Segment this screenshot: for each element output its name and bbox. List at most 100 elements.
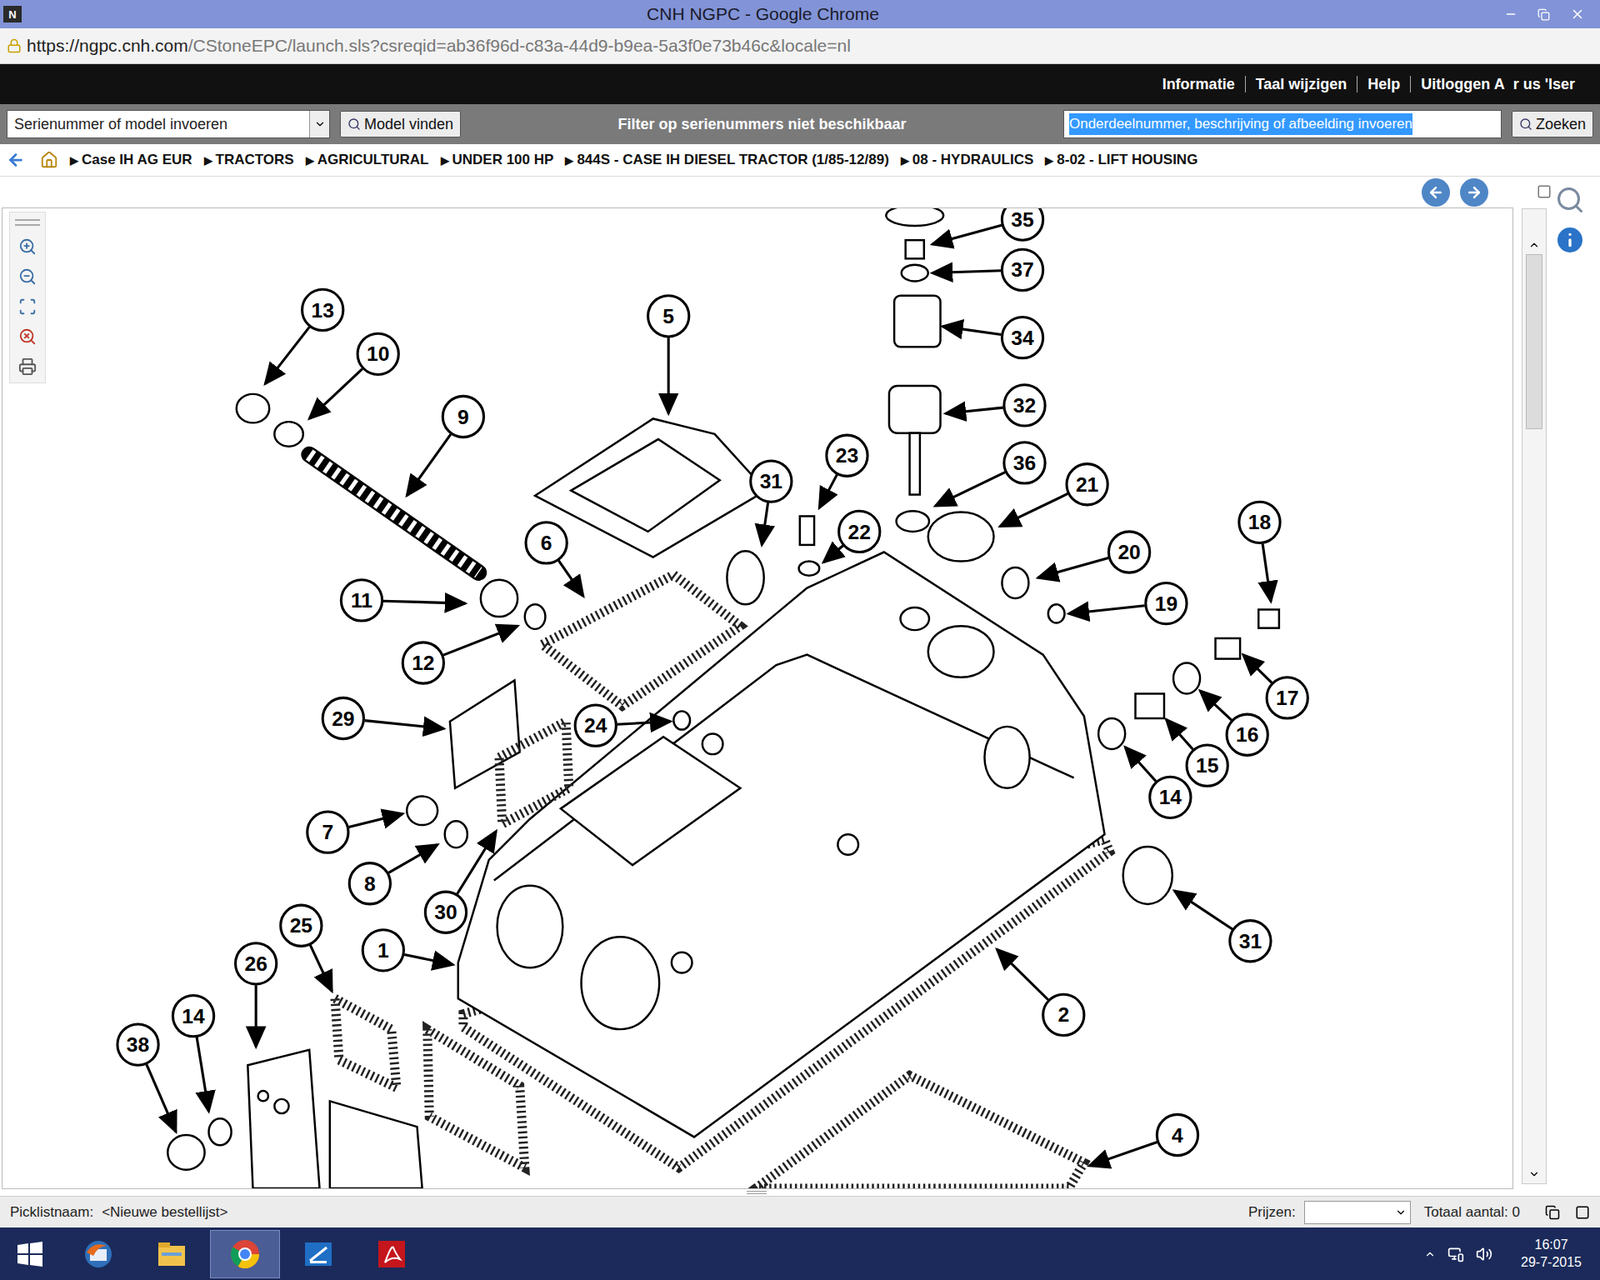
info-icon[interactable]: [1553, 223, 1587, 257]
scroll-thumb[interactable]: [1525, 254, 1543, 430]
callout[interactable]: 2: [996, 949, 1085, 1035]
breadcrumb-item[interactable]: ▶8-02 - LIFT HOUSING: [1045, 149, 1198, 171]
svg-text:29: 29: [331, 707, 355, 730]
callout[interactable]: 14: [172, 995, 214, 1111]
prices-select[interactable]: [1304, 1200, 1411, 1225]
address-bar[interactable]: https://ngpc.cnh.com/CStoneEPC/launch.sl…: [0, 28, 1600, 65]
taskbar-button[interactable]: [356, 1230, 427, 1279]
toolbar: Serienummer of model invoeren Model vinde…: [0, 104, 1600, 145]
search-button[interactable]: Zoeken: [1511, 110, 1594, 138]
model-find-button[interactable]: Model vinden: [340, 110, 461, 138]
callout[interactable]: 23: [819, 435, 868, 508]
callout[interactable]: 29: [322, 697, 444, 739]
tray-expand-icon[interactable]: [1424, 1248, 1436, 1260]
taskbar-button[interactable]: [283, 1230, 354, 1279]
breadcrumb-item[interactable]: ▶08 - HYDRAULICS: [900, 149, 1034, 171]
detach-icon[interactable]: [1545, 1205, 1560, 1220]
scroll-up-icon[interactable]: [1528, 239, 1540, 251]
breadcrumb-item[interactable]: ▶844S - CASE IH DIESEL TRACTOR (1/85-12/…: [565, 149, 889, 171]
callout[interactable]: 4: [1089, 1114, 1199, 1166]
splitter[interactable]: [0, 1189, 1514, 1196]
svg-text:31: 31: [760, 470, 783, 493]
svg-text:36: 36: [1013, 451, 1036, 475]
callout[interactable]: 22: [823, 510, 880, 563]
svg-text:14: 14: [1159, 785, 1183, 809]
breadcrumb-item[interactable]: ▶TRACTORS: [204, 149, 295, 171]
total-count: Totaal aantal: 0: [1424, 1201, 1520, 1224]
taskbar-button[interactable]: [0, 1230, 60, 1279]
maximize-icon[interactable]: [1575, 1205, 1590, 1220]
nav-item[interactable]: Help: [1367, 73, 1400, 96]
callout[interactable]: 12: [402, 625, 518, 684]
callout[interactable]: 26: [235, 943, 277, 1047]
callout[interactable]: 31: [750, 460, 792, 545]
callout[interactable]: 35: [932, 208, 1044, 245]
callout[interactable]: 34: [942, 317, 1044, 359]
picklist-label: Picklistnaam:: [10, 1201, 94, 1224]
reset-zoom-icon[interactable]: [18, 327, 37, 346]
svg-text:11: 11: [350, 589, 373, 612]
taskbar-button[interactable]: [63, 1230, 134, 1279]
callout[interactable]: 10: [309, 333, 399, 419]
callout[interactable]: 14: [1125, 746, 1191, 818]
panel-toggle-icon[interactable]: [1536, 184, 1552, 200]
callout[interactable]: 37: [932, 249, 1044, 290]
back-icon[interactable]: [6, 150, 25, 170]
callout[interactable]: 11: [340, 580, 465, 621]
taskbar-button[interactable]: [136, 1230, 207, 1279]
zoom-in-icon[interactable]: [18, 237, 37, 256]
breadcrumb-item[interactable]: ▶Case IH AG EUR: [70, 149, 193, 171]
callout[interactable]: 24: [575, 705, 671, 746]
content: 1310953123223537343236212018196111217162…: [0, 176, 1600, 1196]
prev-button[interactable]: [1421, 178, 1450, 207]
callout[interactable]: 32: [945, 385, 1045, 426]
minimize-icon[interactable]: [1504, 7, 1518, 21]
close-icon[interactable]: [1570, 6, 1585, 22]
handle-icon[interactable]: [15, 219, 40, 226]
callout[interactable]: 6: [525, 522, 584, 597]
zoom-out-icon[interactable]: [18, 267, 37, 286]
callout[interactable]: 30: [425, 830, 496, 933]
callout[interactable]: 1: [362, 930, 453, 971]
search-field[interactable]: Onderdeelnummer, beschrijving of afbeeld…: [1063, 110, 1502, 139]
callout[interactable]: 20: [1037, 531, 1150, 578]
restore-icon[interactable]: [1537, 8, 1550, 21]
scroll-down-icon[interactable]: [1528, 1168, 1540, 1180]
url: https://ngpc.cnh.com/CStoneEPC/launch.sl…: [26, 32, 851, 60]
exploded-diagram[interactable]: 1310953123223537343236212018196111217162…: [2, 208, 1513, 1189]
nav-item[interactable]: Informatie: [1162, 73, 1235, 96]
network-icon[interactable]: [1447, 1245, 1465, 1263]
callout[interactable]: 15: [1165, 719, 1228, 786]
main-column: 1310953123223537343236212018196111217162…: [0, 176, 1514, 1196]
model-select[interactable]: Serienummer of model invoeren: [6, 110, 330, 139]
callout[interactable]: 9: [406, 395, 484, 495]
callout[interactable]: 25: [280, 905, 333, 991]
mail-client-icon: [81, 1237, 115, 1271]
scrollbar[interactable]: [1521, 208, 1547, 1185]
callout[interactable]: 5: [648, 295, 690, 415]
clock[interactable]: 16:0729-7-2015: [1520, 1236, 1582, 1272]
callout[interactable]: 7: [307, 811, 404, 853]
print-icon[interactable]: [18, 357, 37, 376]
next-button[interactable]: [1460, 178, 1489, 207]
callout[interactable]: 36: [935, 442, 1045, 506]
callout[interactable]: 19: [1068, 582, 1187, 624]
breadcrumb-item[interactable]: ▶UNDER 100 HP: [440, 149, 555, 171]
fit-icon[interactable]: [18, 297, 37, 316]
nav-item[interactable]: Uitloggen A: [1420, 73, 1505, 96]
callout[interactable]: 17: [1243, 655, 1309, 719]
callout[interactable]: 38: [117, 1024, 176, 1132]
home-icon[interactable]: [40, 150, 59, 170]
callout[interactable]: 8: [349, 844, 438, 904]
callout[interactable]: 21: [1000, 464, 1108, 527]
picklist-name[interactable]: <Nieuwe bestellijst>: [101, 1201, 228, 1224]
svg-text:32: 32: [1013, 394, 1036, 417]
breadcrumb-item[interactable]: ▶AGRICULTURAL: [305, 149, 430, 171]
callout[interactable]: 18: [1239, 501, 1280, 601]
taskbar-button[interactable]: [210, 1230, 280, 1279]
nav-item[interactable]: Taal wijzigen: [1255, 73, 1348, 96]
callout[interactable]: 31: [1174, 890, 1271, 962]
volume-icon[interactable]: [1475, 1245, 1493, 1263]
magnifier-icon[interactable]: [1555, 185, 1585, 215]
callout[interactable]: 13: [265, 289, 344, 384]
